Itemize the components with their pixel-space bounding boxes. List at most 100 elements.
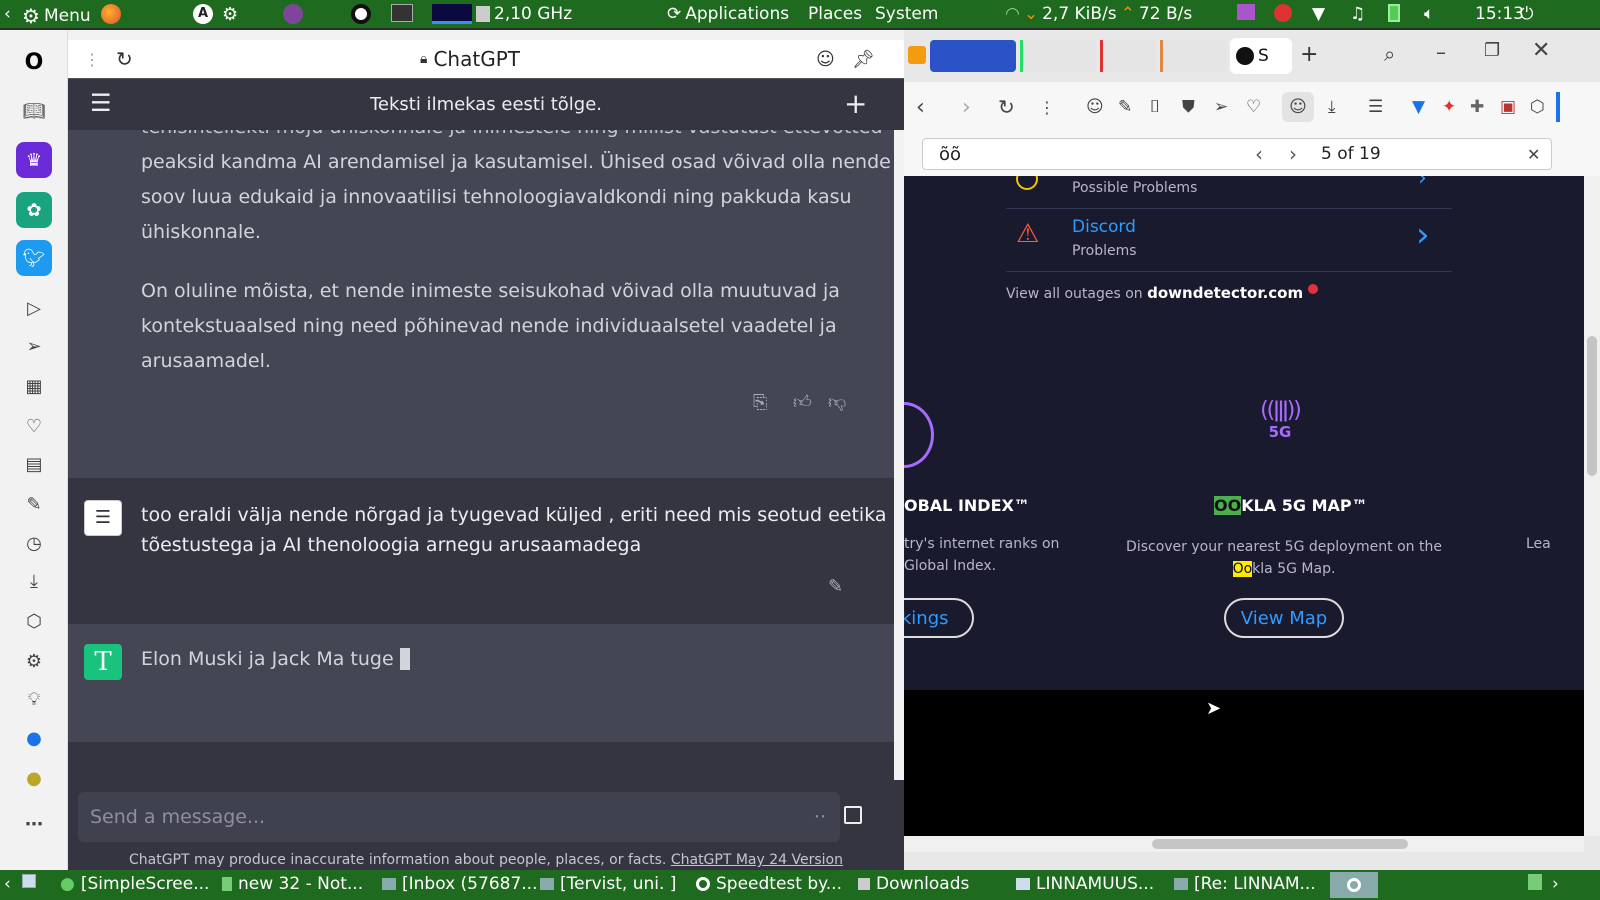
chevron-right-icon[interactable]: › [1418, 176, 1427, 191]
pinboard-icon[interactable]: ✎ [18, 488, 50, 520]
cube-icon[interactable]: ⬡ [1530, 97, 1545, 117]
easy-setup-icon[interactable]: ☰ [1368, 97, 1383, 117]
extension-icon[interactable]: ✦ [1442, 97, 1456, 117]
forward-icon[interactable]: › [962, 95, 971, 120]
find-next-icon[interactable]: › [1289, 142, 1297, 166]
tray-wifi[interactable]: ▼ [1312, 4, 1325, 24]
maximize-icon[interactable]: ❐ [1484, 40, 1500, 61]
tab-search-icon[interactable]: ⌕ [1384, 42, 1395, 66]
taskbar-left-arrow[interactable]: ‹ [4, 874, 11, 894]
find-previous-icon[interactable]: ‹ [1255, 142, 1263, 166]
message-input[interactable]: Send a message... ·· [78, 792, 840, 842]
scrollbar-thumb[interactable] [1152, 839, 1408, 849]
shield-icon[interactable]: ⛊ [1182, 97, 1195, 117]
apps-grid-icon[interactable]: ▦ [18, 370, 50, 402]
send-icon[interactable]: ➢ [1214, 97, 1228, 117]
horizontal-scrollbar[interactable] [904, 836, 1584, 852]
heart-icon[interactable]: ♡ [18, 410, 50, 442]
tab-favicon-group[interactable] [1020, 40, 1096, 72]
tips-icon[interactable]: 💡︎ [18, 683, 50, 715]
sidebar-tab-icon[interactable] [908, 46, 926, 64]
edit-icon[interactable]: ✎ [1118, 97, 1132, 117]
settings-icon[interactable]: ⚙ [18, 645, 50, 677]
clock[interactable]: 15:13 [1475, 4, 1524, 24]
chatgpt-sidebar-icon[interactable]: ✿ [16, 192, 52, 228]
player-icon[interactable]: ▷ [18, 292, 50, 324]
tab-favicon-group[interactable] [930, 40, 1016, 72]
tab-favicon-group[interactable] [1100, 40, 1156, 72]
back-icon[interactable]: ‹ [916, 95, 925, 120]
minimize-icon[interactable]: – [1436, 40, 1446, 64]
tray-battery[interactable] [1388, 4, 1400, 22]
more-vert-icon[interactable]: ⋮ [1039, 98, 1055, 117]
messenger-icon[interactable]: ● [18, 722, 50, 754]
camera-icon[interactable]: ⌷ [1150, 97, 1160, 117]
firefox-launcher[interactable] [101, 4, 121, 24]
twitter-icon[interactable]: 🐦︎ [16, 240, 52, 276]
launcher-opera[interactable] [351, 4, 371, 24]
thumbs-down-icon[interactable]: 👎︎ [828, 385, 846, 420]
active-tab[interactable]: S [1230, 38, 1292, 74]
taskbar-item[interactable]: [Re: LINNAM... [1174, 874, 1316, 894]
profile-icon[interactable]: ☺ [1282, 92, 1314, 122]
extensions-icon[interactable]: ⬡ [18, 605, 50, 637]
places-menu[interactable]: Places [808, 4, 862, 24]
stop-generating-icon[interactable] [844, 806, 862, 824]
taskbar-item[interactable]: Downloads [858, 874, 969, 894]
taskbar-item[interactable]: [Inbox (57687... [382, 874, 537, 894]
wallet-icon[interactable]: ● [18, 762, 50, 794]
taskbar-item[interactable]: [Tervist, uni. ] [540, 874, 676, 894]
taskbar-item-active[interactable] [1330, 872, 1378, 898]
scrollbar-thumb[interactable] [1587, 336, 1597, 476]
taskbar-item[interactable]: new 32 - Not... [222, 874, 363, 894]
main-menu-button[interactable]: ⚙ Menu [22, 4, 91, 28]
find-input[interactable]: õõ ‹ › 5 of 19 ✕ [922, 138, 1552, 170]
show-desktop-button[interactable] [22, 874, 36, 888]
view-rankings-button[interactable]: nkings [904, 598, 974, 638]
new-tab-plus-icon[interactable]: + [1300, 42, 1318, 67]
pin-icon[interactable]: 📌︎ [852, 49, 875, 70]
crown-icon[interactable]: ♛ [16, 142, 52, 178]
vpn-icon[interactable]: ▼ [1412, 97, 1425, 117]
send-icon[interactable]: ➢ [18, 330, 50, 362]
version-link[interactable]: ChatGPT May 24 Version [671, 852, 843, 868]
extension-icon[interactable]: ▣ [1500, 97, 1516, 117]
copy-icon[interactable]: ⎘ [753, 385, 767, 420]
news-icon[interactable]: ▤ [18, 448, 50, 480]
download-icon[interactable]: ⤓ [1328, 97, 1336, 117]
reload-icon[interactable]: ↻ [998, 95, 1015, 119]
tray-volume[interactable]: 🔈︎ [1424, 4, 1434, 24]
tray-record[interactable] [1274, 4, 1292, 22]
history-icon[interactable]: ◷ [18, 527, 50, 559]
close-window-icon[interactable]: ✕ [1532, 38, 1550, 63]
downloads-icon[interactable]: ⤓ [18, 565, 50, 597]
drag-handle-icon[interactable]: ⋮ [84, 50, 100, 69]
taskbar-item[interactable]: Speedtest by... [696, 874, 842, 894]
launcher-settings[interactable]: ⚙ [222, 4, 238, 25]
new-chat-plus-icon[interactable]: + [844, 87, 867, 120]
power-button[interactable]: ⏻ [1520, 4, 1533, 24]
heart-icon[interactable]: ♡ [1246, 97, 1261, 117]
tab-favicon-group[interactable] [1160, 40, 1226, 72]
tray-notifications[interactable]: ♫ [1350, 4, 1365, 24]
applications-menu[interactable]: ⟳ Applications [667, 4, 789, 24]
launcher-terminal[interactable] [391, 4, 413, 22]
taskbar-item[interactable]: ● [SimpleScree... [60, 874, 209, 894]
reload-icon[interactable]: ↻ [116, 47, 133, 71]
outage-item-discord[interactable]: ⚠ Discord Problems › [1006, 209, 1452, 271]
edit-message-icon[interactable]: ✎ [828, 572, 843, 602]
emoji-icon[interactable]: ☺ [816, 49, 835, 70]
thumbs-up-icon[interactable]: 👍︎ [793, 385, 812, 420]
find-close-icon[interactable]: ✕ [1527, 145, 1540, 164]
taskbar-right-arrow[interactable]: › [1552, 874, 1559, 894]
panel-left-arrow[interactable]: ‹ [4, 4, 11, 24]
downdetector-link[interactable]: downdetector.com [1147, 284, 1303, 302]
bookmarks-icon[interactable]: 📖︎ [18, 95, 50, 127]
vertical-scrollbar[interactable] [1584, 176, 1600, 836]
puzzle-icon[interactable]: ✚ [1470, 97, 1484, 117]
launcher-tor[interactable] [283, 4, 303, 24]
system-menu[interactable]: System [875, 4, 938, 24]
view-map-button[interactable]: View Map [1224, 598, 1344, 638]
emoji-icon[interactable]: ☺ [1086, 97, 1104, 117]
launcher-a[interactable]: A [193, 4, 213, 24]
